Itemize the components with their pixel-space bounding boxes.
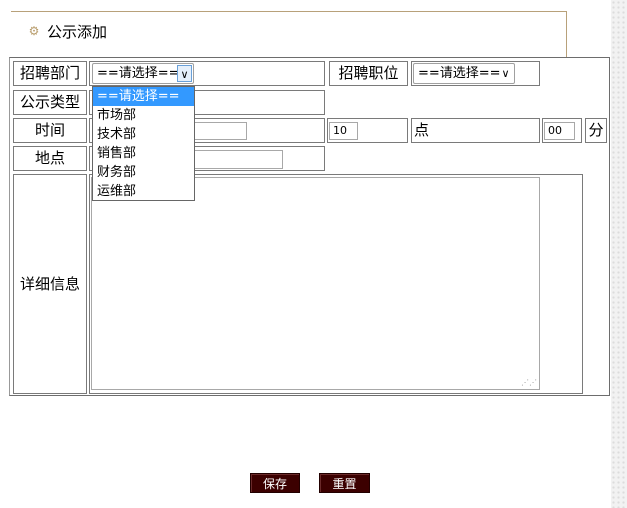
chevron-down-icon[interactable]: ∨ <box>498 65 513 82</box>
hour-unit-label: 点 <box>411 118 540 143</box>
hour-input[interactable]: 10 <box>329 122 358 140</box>
notice-type-label: 公示类型 <box>13 90 87 115</box>
recruit-dept-dropdown: ==请选择== 市场部 技术部 销售部 财务部 运维部 <box>92 86 195 201</box>
save-button[interactable]: 保存 <box>250 473 300 493</box>
minute-unit-label: 分 <box>585 118 607 143</box>
decorative-strip <box>611 0 627 508</box>
recruit-position-label: 招聘职位 <box>329 61 408 86</box>
reset-button[interactable]: 重置 <box>319 473 370 493</box>
dropdown-option[interactable]: 财务部 <box>93 163 194 182</box>
chevron-down-icon[interactable]: ∨ <box>177 65 192 82</box>
resize-grip-icon[interactable]: ⋰⋰ <box>521 379 537 387</box>
dropdown-option[interactable]: 销售部 <box>93 144 194 163</box>
page-title: 公示添加 <box>47 23 108 41</box>
detail-label: 详细信息 <box>13 174 87 394</box>
gear-icon: ⚙ <box>28 24 40 38</box>
time-label: 时间 <box>13 118 87 143</box>
recruit-dept-select[interactable]: ==请选择== ∨ <box>92 63 194 84</box>
minute-input[interactable]: 00 <box>544 122 575 140</box>
recruit-dept-select-value: ==请选择== <box>97 66 180 81</box>
location-label: 地点 <box>13 146 87 171</box>
dropdown-option[interactable]: 运维部 <box>93 182 194 201</box>
dropdown-option[interactable]: 技术部 <box>93 125 194 144</box>
recruit-position-select[interactable]: ==请选择== ∨ <box>413 63 515 84</box>
recruit-position-select-value: ==请选择== <box>418 66 501 81</box>
page-header: ⚙ 公示添加 <box>11 11 567 57</box>
dropdown-option[interactable]: 市场部 <box>93 106 194 125</box>
detail-textarea[interactable]: ⋰⋰ <box>91 177 540 390</box>
recruit-dept-label: 招聘部门 <box>13 61 87 86</box>
dropdown-option[interactable]: ==请选择== <box>93 87 194 106</box>
